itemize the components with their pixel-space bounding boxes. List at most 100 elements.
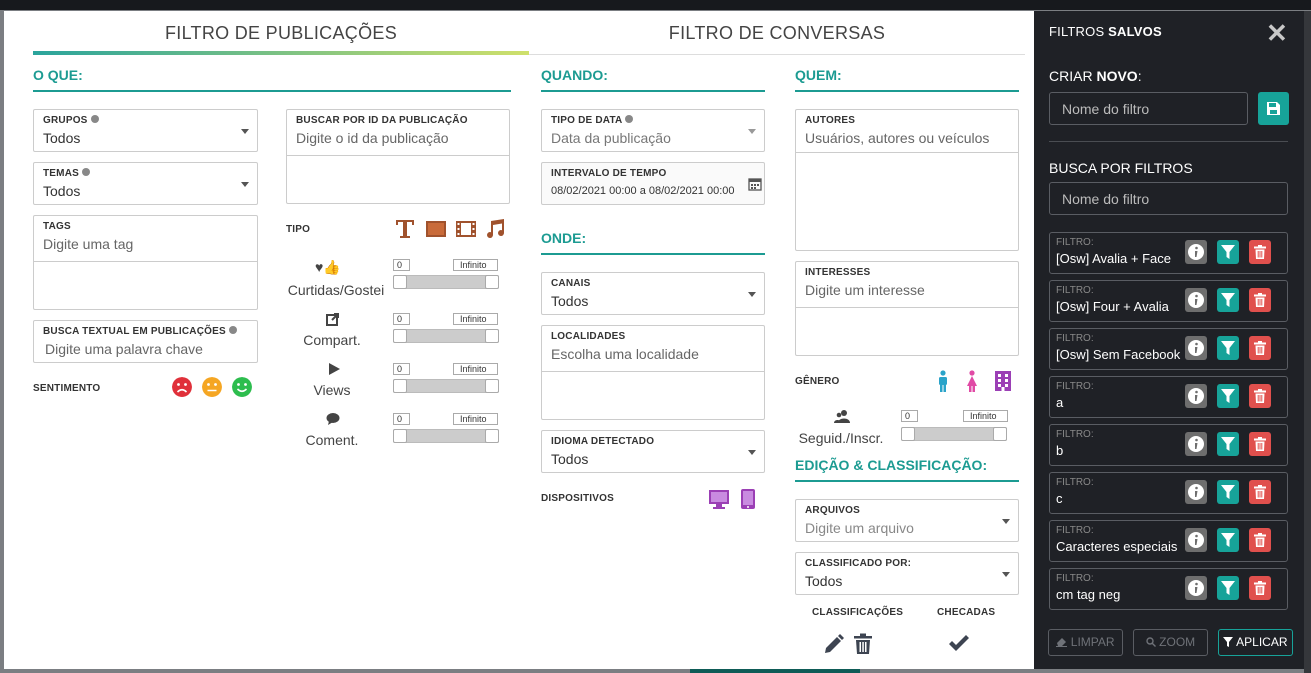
slider-min-curtidas[interactable]: 0 bbox=[393, 259, 410, 271]
slider-handle[interactable] bbox=[393, 379, 407, 393]
search-filter-input[interactable]: Nome do filtro bbox=[1049, 182, 1288, 215]
saved-filter-item[interactable]: FILTRO: b bbox=[1049, 424, 1288, 466]
slider-handle[interactable] bbox=[393, 275, 407, 289]
desktop-icon[interactable] bbox=[708, 488, 730, 510]
slider-max-curtidas[interactable]: Infinito bbox=[453, 259, 498, 271]
slider-min-views[interactable]: 0 bbox=[393, 363, 410, 375]
delete-filter-button[interactable] bbox=[1249, 336, 1271, 360]
filter-icon bbox=[1221, 245, 1235, 259]
delete-filter-button[interactable] bbox=[1249, 432, 1271, 456]
slider-max-compart[interactable]: Infinito bbox=[453, 313, 498, 325]
slider-handle[interactable] bbox=[485, 275, 499, 289]
grupos-select[interactable]: GRUPOS Todos bbox=[33, 109, 258, 152]
busca-textual-input[interactable]: BUSCA TEXTUAL EM PUBLICAÇÕES Digite uma … bbox=[33, 320, 258, 363]
info-button[interactable] bbox=[1185, 336, 1207, 360]
image-type-icon[interactable] bbox=[425, 218, 447, 240]
female-icon[interactable] bbox=[965, 370, 979, 392]
slider-handle[interactable] bbox=[485, 379, 499, 393]
apply-filter-button[interactable] bbox=[1217, 432, 1239, 456]
neutral-face-icon[interactable] bbox=[202, 377, 222, 397]
saved-filter-item[interactable]: FILTRO: c bbox=[1049, 472, 1288, 514]
delete-filter-button[interactable] bbox=[1249, 576, 1271, 600]
apply-filter-button[interactable] bbox=[1217, 528, 1239, 552]
info-button[interactable] bbox=[1185, 528, 1207, 552]
close-icon[interactable]: ✕ bbox=[1266, 20, 1288, 46]
delete-filter-button[interactable] bbox=[1249, 240, 1271, 264]
info-button[interactable] bbox=[1185, 432, 1207, 456]
clear-button[interactable]: LIMPAR bbox=[1048, 629, 1123, 656]
info-button[interactable] bbox=[1185, 576, 1207, 600]
slider-handle[interactable] bbox=[485, 329, 499, 343]
info-button[interactable] bbox=[1185, 480, 1207, 504]
apply-filter-button[interactable] bbox=[1217, 288, 1239, 312]
zoom-button[interactable]: ZOOM bbox=[1133, 629, 1208, 656]
search-icon bbox=[1146, 637, 1156, 647]
tags-input[interactable]: TAGS Digite uma tag bbox=[33, 215, 258, 310]
slider-compart[interactable] bbox=[393, 329, 499, 343]
tipo-data-select[interactable]: TIPO DE DATA Data da publicação bbox=[541, 109, 765, 152]
arquivos-select[interactable]: ARQUIVOS Digite um arquivo bbox=[795, 499, 1019, 542]
pencil-icon[interactable] bbox=[823, 633, 845, 655]
tab-publicacoes[interactable]: FILTRO DE PUBLICAÇÕES bbox=[33, 11, 529, 55]
delete-filter-button[interactable] bbox=[1249, 480, 1271, 504]
slider-handle[interactable] bbox=[393, 429, 407, 443]
slider-handle[interactable] bbox=[485, 429, 499, 443]
delete-filter-button[interactable] bbox=[1249, 288, 1271, 312]
interesses-input[interactable]: INTERESSES Digite um interesse bbox=[795, 261, 1019, 356]
classificado-select[interactable]: CLASSIFICADO POR: Todos bbox=[795, 552, 1019, 595]
apply-filter-button[interactable] bbox=[1217, 240, 1239, 264]
slider-handle[interactable] bbox=[393, 329, 407, 343]
autores-input[interactable]: AUTORES Usuários, autores ou veículos bbox=[795, 109, 1019, 251]
info-button[interactable] bbox=[1185, 288, 1207, 312]
saved-filter-item[interactable]: FILTRO: Caracteres especiais bbox=[1049, 520, 1288, 562]
saved-filter-item[interactable]: FILTRO: [Osw] Sem Facebook bbox=[1049, 328, 1288, 370]
buscar-id-input[interactable]: BUSCAR POR ID DA PUBLICAÇÃO Digite o id … bbox=[286, 109, 510, 204]
save-icon bbox=[1267, 102, 1280, 115]
saved-filter-item[interactable]: FILTRO: a bbox=[1049, 376, 1288, 418]
slider-min-compart[interactable]: 0 bbox=[393, 313, 410, 325]
apply-filter-button[interactable] bbox=[1217, 480, 1239, 504]
info-button[interactable] bbox=[1185, 240, 1207, 264]
building-icon[interactable] bbox=[992, 370, 1014, 392]
slider-max-seguidores[interactable]: Infinito bbox=[963, 410, 1008, 422]
localidades-label: LOCALIDADES bbox=[551, 331, 626, 342]
male-icon[interactable] bbox=[936, 370, 950, 392]
slider-max-views[interactable]: Infinito bbox=[453, 363, 498, 375]
slider-min-seguidores[interactable]: 0 bbox=[901, 410, 918, 422]
save-filter-button[interactable] bbox=[1258, 92, 1289, 125]
slider-min-coment[interactable]: 0 bbox=[393, 413, 410, 425]
delete-filter-button[interactable] bbox=[1249, 384, 1271, 408]
apply-filter-button[interactable] bbox=[1217, 336, 1239, 360]
intervalo-tempo-input[interactable]: INTERVALO DE TEMPO 08/02/2021 00:00 a 08… bbox=[541, 162, 765, 205]
mobile-icon[interactable] bbox=[739, 488, 757, 510]
check-icon[interactable] bbox=[948, 635, 970, 653]
slider-views[interactable] bbox=[393, 379, 499, 393]
apply-filter-button[interactable] bbox=[1217, 384, 1239, 408]
video-type-icon[interactable] bbox=[455, 218, 477, 240]
saved-filter-item[interactable]: FILTRO: [Osw] Avalia + Face bbox=[1049, 232, 1288, 274]
new-filter-name-input[interactable]: Nome do filtro bbox=[1049, 92, 1248, 125]
delete-filter-button[interactable] bbox=[1249, 528, 1271, 552]
slider-seguidores[interactable] bbox=[901, 427, 1007, 441]
apply-filter-button[interactable] bbox=[1217, 576, 1239, 600]
music-type-icon[interactable] bbox=[484, 218, 506, 240]
slider-handle[interactable] bbox=[901, 427, 915, 441]
trash-icon[interactable] bbox=[853, 633, 873, 655]
apply-button[interactable]: APLICAR bbox=[1218, 629, 1293, 656]
info-button[interactable] bbox=[1185, 384, 1207, 408]
text-type-icon[interactable] bbox=[394, 218, 416, 240]
saved-filter-item[interactable]: FILTRO: cm tag neg bbox=[1049, 568, 1288, 610]
slider-curtidas[interactable] bbox=[393, 275, 499, 289]
slider-max-coment[interactable]: Infinito bbox=[453, 413, 498, 425]
localidades-input[interactable]: LOCALIDADES Escolha uma localidade bbox=[541, 325, 765, 420]
idioma-select[interactable]: IDIOMA DETECTADO Todos bbox=[541, 430, 765, 473]
canais-select[interactable]: CANAIS Todos bbox=[541, 272, 765, 315]
temas-select[interactable]: TEMAS Todos bbox=[33, 162, 258, 205]
slider-coment[interactable] bbox=[393, 429, 499, 443]
saved-filter-item[interactable]: FILTRO: [Osw] Four + Avalia bbox=[1049, 280, 1288, 322]
slider-handle[interactable] bbox=[993, 427, 1007, 441]
tab-conversas[interactable]: FILTRO DE CONVERSAS bbox=[529, 11, 1025, 55]
sad-face-icon[interactable] bbox=[172, 377, 192, 397]
calendar-icon[interactable] bbox=[748, 177, 762, 191]
happy-face-icon[interactable] bbox=[232, 377, 252, 397]
